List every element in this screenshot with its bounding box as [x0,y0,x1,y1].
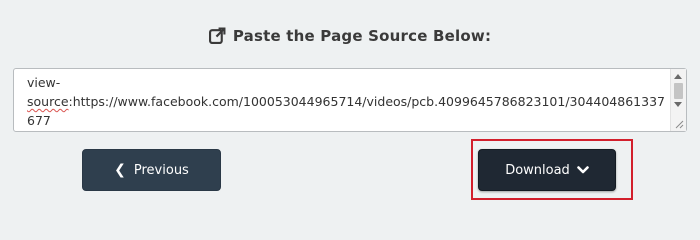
scroll-up-arrow-icon[interactable] [674,74,682,79]
page-source-textarea[interactable]: view- source:https://www.facebook.com/10… [13,68,687,132]
source-url: :https://www.facebook.com/10005304496571… [27,94,665,128]
scrollbar-thumb[interactable] [674,83,683,99]
download-button-label: Download [505,162,570,178]
source-line-1: view- [27,75,61,90]
section-heading: Paste the Page Source Below: [0,27,700,45]
previous-button-label: Previous [133,162,189,178]
resize-grip-icon[interactable] [674,119,684,129]
download-button[interactable]: Download [478,149,616,191]
previous-button[interactable]: ❮ Previous [82,149,221,191]
heading-title: Paste the Page Source Below: [232,27,492,45]
chevron-down-icon [577,166,589,174]
chevron-left-icon: ❮ [114,162,126,178]
page-source-value[interactable]: view- source:https://www.facebook.com/10… [27,73,667,130]
source-prefix: source [27,94,69,109]
scroll-down-arrow-icon[interactable] [674,102,682,107]
external-edit-icon [208,27,226,44]
